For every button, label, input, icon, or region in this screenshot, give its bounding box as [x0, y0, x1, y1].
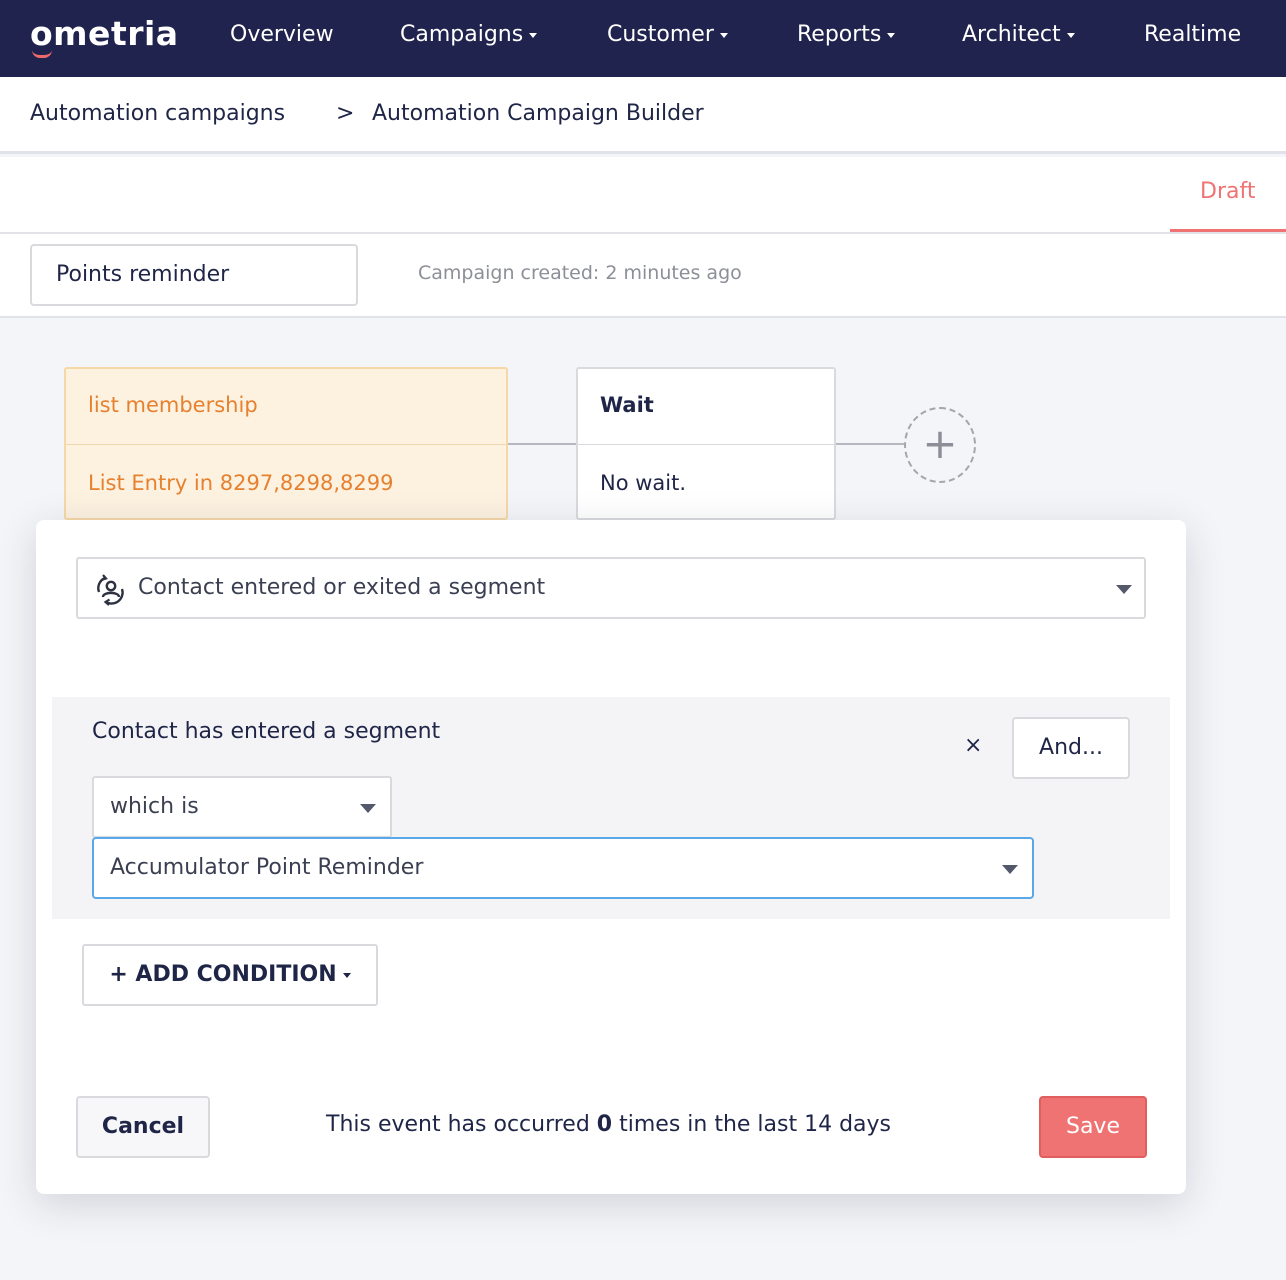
breadcrumb-current: Automation Campaign Builder [372, 101, 704, 126]
nav-item-realtime[interactable]: Realtime [1144, 22, 1241, 47]
trigger-editor-modal: Contact entered or exited a segment Cont… [36, 520, 1186, 1194]
caret-down-icon [1066, 32, 1075, 38]
flow-connector [508, 443, 576, 445]
dropdown-arrow-icon [1002, 865, 1018, 874]
add-condition-button[interactable]: + ADD CONDITION [82, 944, 378, 1006]
caret-down-icon [529, 32, 538, 38]
dropdown-arrow-icon [1116, 585, 1132, 594]
add-step-button[interactable]: + [904, 407, 976, 483]
nav-item-campaigns[interactable]: Campaigns [400, 22, 538, 47]
campaign-created-text: Campaign created: 2 minutes ago [418, 262, 742, 284]
trigger-node-card[interactable]: list membership List Entry in 8297,8298,… [64, 367, 508, 520]
plus-icon: + [922, 419, 958, 468]
nav-item-label: Reports [797, 22, 882, 47]
status-bar: Draft [0, 157, 1286, 234]
condition-operator-select[interactable]: which is [92, 776, 392, 838]
campaign-name-bar: Points reminder Campaign created: 2 minu… [0, 234, 1286, 318]
event-type-select[interactable]: Contact entered or exited a segment [76, 557, 1146, 619]
breadcrumb: Automation campaigns > Automation Campai… [0, 77, 1286, 154]
condition-panel: Contact has entered a segment × And... w… [52, 697, 1170, 919]
wait-node-card[interactable]: Wait No wait. [576, 367, 836, 520]
occurrence-prefix: This event has occurred [326, 1112, 590, 1137]
trigger-node-detail: List Entry in 8297,8298,8299 [88, 471, 394, 495]
logo-swoosh [32, 50, 52, 58]
condition-operator-value: which is [110, 794, 199, 819]
ometria-logo[interactable]: ometria [30, 14, 179, 53]
segment-value-select[interactable]: Accumulator Point Reminder [92, 837, 1034, 899]
nav-item-customer[interactable]: Customer [607, 22, 728, 47]
caret-down-icon [887, 32, 896, 38]
breadcrumb-automation-campaigns[interactable]: Automation campaigns [30, 101, 285, 126]
flow-connector [836, 443, 904, 445]
remove-condition-button[interactable]: × [964, 733, 982, 758]
trigger-node-title: list membership [66, 369, 506, 445]
tab-draft[interactable]: Draft [1170, 157, 1286, 232]
caret-down-icon [342, 972, 351, 978]
top-nav: ometria Overview Campaigns Customer Repo… [0, 0, 1286, 77]
caret-down-icon [719, 32, 728, 38]
segment-icon [90, 571, 128, 613]
nav-item-label: Architect [962, 22, 1061, 47]
dropdown-arrow-icon [360, 804, 376, 813]
wait-node-detail: No wait. [600, 471, 687, 495]
nav-item-overview[interactable]: Overview [230, 22, 334, 47]
nav-item-reports[interactable]: Reports [797, 22, 896, 47]
nav-item-label: Customer [607, 22, 714, 47]
and-condition-button[interactable]: And... [1012, 717, 1130, 779]
save-button[interactable]: Save [1039, 1096, 1147, 1158]
occurrence-count: 0 [596, 1112, 613, 1137]
nav-item-label: Overview [230, 22, 334, 47]
condition-title: Contact has entered a segment [92, 719, 441, 744]
nav-item-architect[interactable]: Architect [962, 22, 1075, 47]
draft-status-label: Draft [1200, 179, 1256, 204]
nav-item-label: Realtime [1144, 22, 1242, 47]
segment-value: Accumulator Point Reminder [110, 855, 424, 880]
wait-node-title: Wait [578, 369, 834, 445]
nav-item-label: Campaigns [400, 22, 524, 47]
breadcrumb-separator: > [336, 101, 355, 126]
event-type-value: Contact entered or exited a segment [138, 575, 546, 600]
cancel-button[interactable]: Cancel [76, 1096, 210, 1158]
add-condition-label: + ADD CONDITION [109, 962, 337, 987]
occurrence-suffix: times in the last 14 days [619, 1112, 892, 1137]
campaign-name-input[interactable]: Points reminder [30, 244, 358, 306]
occurrence-text: This event has occurred 0 times in the l… [326, 1112, 891, 1137]
